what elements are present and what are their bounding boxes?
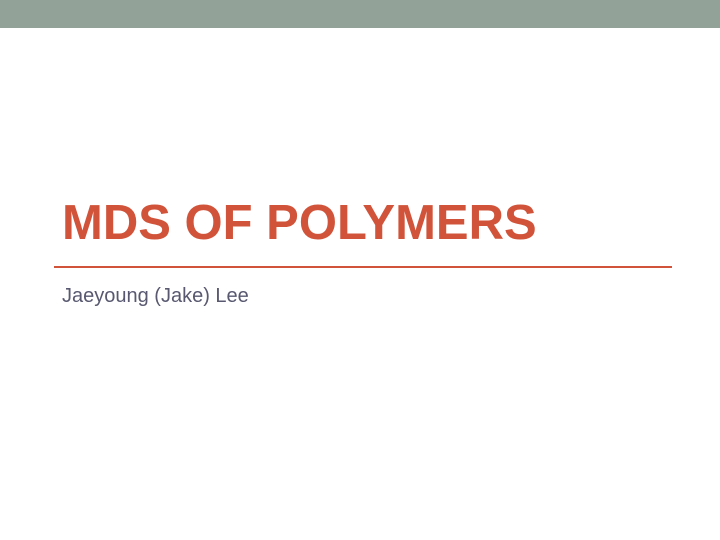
slide-title: MDS OF POLYMERS — [62, 196, 537, 250]
top-accent-band — [0, 0, 720, 28]
title-slide: MDS OF POLYMERS Jaeyoung (Jake) Lee — [0, 0, 720, 540]
slide-subtitle: Jaeyoung (Jake) Lee — [62, 285, 249, 307]
title-divider — [54, 266, 672, 268]
